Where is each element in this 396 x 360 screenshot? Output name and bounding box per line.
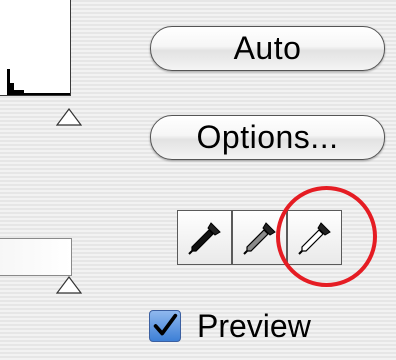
output-white-slider-thumb[interactable]	[56, 276, 82, 294]
options-button[interactable]: Options...	[150, 115, 385, 160]
checkmark-icon	[153, 313, 178, 336]
gray-eyedropper-icon	[242, 221, 276, 255]
levels-histogram	[0, 0, 71, 96]
black-point-eyedropper-button[interactable]	[177, 210, 232, 265]
auto-button[interactable]: Auto	[150, 26, 385, 71]
white-point-eyedropper-button[interactable]	[287, 210, 342, 265]
black-eyedropper-icon	[187, 221, 221, 255]
histogram-baseline	[24, 93, 70, 95]
input-white-slider-thumb[interactable]	[56, 108, 82, 126]
gray-point-eyedropper-button[interactable]	[232, 210, 287, 265]
options-button-label: Options...	[196, 119, 339, 155]
preview-checkbox[interactable]	[149, 310, 181, 342]
auto-button-label: Auto	[233, 30, 302, 66]
histogram-bar	[14, 90, 24, 95]
white-eyedropper-icon	[297, 221, 331, 255]
output-levels-gradient	[0, 238, 72, 276]
preview-label: Preview	[197, 308, 311, 344]
